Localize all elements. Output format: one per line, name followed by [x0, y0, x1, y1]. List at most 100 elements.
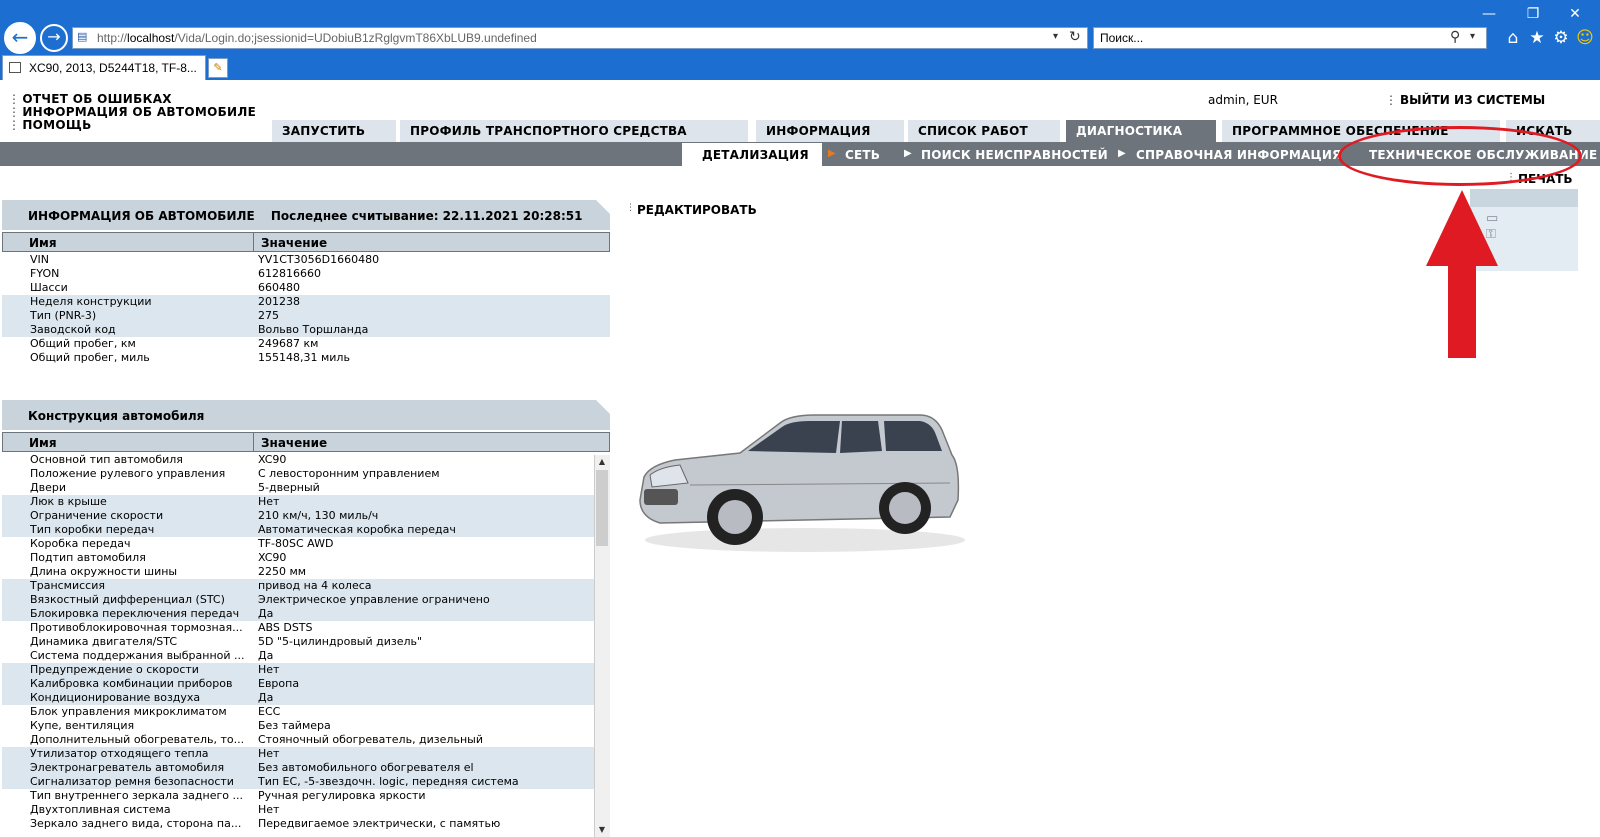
row-name: Общий пробег, миль: [30, 351, 150, 364]
table-row: Коробка передач TF-80SC AWD: [2, 537, 594, 551]
col-name-header: Имя: [29, 436, 57, 450]
row-value: ABS DSTS: [258, 621, 313, 634]
search-dropdown-icon[interactable]: ▾: [1470, 31, 1475, 42]
row-value: 5D "5-цилиндровый дизель": [258, 635, 423, 648]
table-row: Блок управления микроклиматом ECC: [2, 705, 594, 719]
row-value: 201238: [258, 295, 300, 308]
row-value: Нет: [258, 663, 280, 676]
row-name: Противоблокировочная тормозная...: [30, 621, 243, 634]
row-value: Передвигаемое электрически, с памятью: [258, 817, 501, 830]
row-name: Неделя конструкции: [30, 295, 152, 308]
construction-table-header: Имя Значение: [2, 432, 610, 452]
table-row: Тип внутреннего зеркала заднего ... Ручна…: [2, 789, 594, 803]
edit-link[interactable]: РЕДАКТИРОВАТЬ: [637, 203, 757, 217]
address-bar[interactable]: ▤ http://localhost/Vida/Login.do;jsessio…: [72, 27, 1088, 49]
table-row: Тип (PNR-3) 275: [2, 309, 610, 323]
tab-vehicle-profile[interactable]: ПРОФИЛЬ ТРАНСПОРТНОГО СРЕДСТВА: [400, 120, 748, 142]
row-name: FYON: [30, 267, 60, 280]
row-value: Нет: [258, 747, 280, 760]
row-value: Электрическое управление ограничено: [258, 593, 490, 606]
table-row: Купе, вентиляция Без таймера: [2, 719, 594, 733]
construction-header: Конструкция автомобиля: [2, 400, 610, 430]
browser-tab[interactable]: XC90, 2013, D5244T18, TF-8...: [2, 55, 206, 80]
logout-link[interactable]: ВЫЙТИ ИЗ СИСТЕМЫ: [1385, 93, 1545, 107]
row-name: Шасси: [30, 281, 68, 294]
row-name: Предупреждение о скорости: [30, 663, 199, 676]
table-row: Люк в крыше Нет: [2, 495, 594, 509]
favorites-star-icon[interactable]: ★: [1526, 28, 1548, 48]
vehicle-info-link[interactable]: ИНФОРМАЦИЯ ОБ АВТОМОБИЛЕ: [8, 105, 256, 119]
browser-tabstrip: XC90, 2013, D5244T18, TF-8... ✎: [0, 55, 1600, 80]
forward-icon[interactable]: →: [40, 24, 68, 52]
table-row: Утилизатор отходящего тепла Нет: [2, 747, 594, 761]
back-icon[interactable]: ←: [4, 22, 36, 54]
arrow-right-icon: ▶: [1118, 148, 1126, 159]
dropdown-icon[interactable]: ▾: [1053, 31, 1058, 42]
table-row: Вязкостный дифференциал (STC) Электрическ…: [2, 593, 594, 607]
table-row: Двери 5-дверный: [2, 481, 594, 495]
arrow-right-icon: ▶: [904, 148, 912, 159]
table-row: Дополнительный обогреватель, то... Стояно…: [2, 733, 594, 747]
highlight-ellipse: [1338, 126, 1582, 186]
tab-start[interactable]: ЗАПУСТИТЬ: [272, 120, 396, 142]
minimize-icon[interactable]: —: [1474, 4, 1504, 24]
search-placeholder: Поиск...: [1100, 31, 1144, 45]
subtab-details[interactable]: ДЕТАЛИЗАЦИЯ: [682, 143, 822, 166]
row-name: Двухтопливная система: [30, 803, 171, 816]
error-report-link[interactable]: ОТЧЕТ ОБ ОШИБКАХ: [8, 92, 172, 106]
tab-diagnostics[interactable]: ДИАГНОСТИКА: [1066, 120, 1216, 142]
row-value: Тип EC, -5-звездочн. logic, передняя сис…: [258, 775, 519, 788]
construction-title: Конструкция автомобиля: [28, 409, 205, 423]
home-icon[interactable]: ⌂: [1502, 28, 1524, 48]
tab-information[interactable]: ИНФОРМАЦИЯ: [756, 120, 904, 142]
refresh-icon[interactable]: ↻: [1069, 29, 1081, 45]
table-row: Трансмиссия привод на 4 колеса: [2, 579, 594, 593]
row-name: Электронагреватель автомобиля: [30, 761, 225, 774]
vehicle-image: [639, 414, 965, 552]
row-value: 5-дверный: [258, 481, 320, 494]
table-row: Подтип автомобиля XC90: [2, 551, 594, 565]
search-input[interactable]: Поиск... ⚲ ▾: [1093, 27, 1487, 49]
subtab-network[interactable]: СЕТЬ: [845, 148, 880, 162]
row-value: С левосторонним управлением: [258, 467, 440, 480]
table-row: Шасси 660480: [2, 281, 610, 295]
smiley-icon[interactable]: ☺: [1574, 28, 1596, 48]
settings-gear-icon[interactable]: ⚙: [1550, 28, 1572, 48]
red-arrow-icon: [1426, 190, 1498, 358]
subtab-troubleshooting[interactable]: ПОИСК НЕИСПРАВНОСТЕЙ: [921, 148, 1108, 162]
table-row: Общий пробег, км 249687 км: [2, 337, 610, 351]
scrollbar-thumb[interactable]: [596, 470, 608, 546]
help-link[interactable]: ПОМОЩЬ: [8, 118, 92, 132]
row-name: Вязкостный дифференциал (STC): [30, 593, 225, 606]
new-tab-icon[interactable]: ✎: [208, 58, 228, 78]
row-value: 249687 км: [258, 337, 319, 350]
close-icon[interactable]: ✕: [1560, 4, 1590, 24]
row-name: Купе, вентиляция: [30, 719, 135, 732]
vehicle-info-header: ИНФОРМАЦИЯ ОБ АВТОМОБИЛЕ Последнее считы…: [2, 200, 610, 230]
table-row: Основной тип автомобиля XC90: [2, 453, 594, 467]
vehicle-info-title: ИНФОРМАЦИЯ ОБ АВТОМОБИЛЕ: [28, 209, 255, 223]
row-name: Положение рулевого управления: [30, 467, 226, 480]
row-value: привод на 4 колеса: [258, 579, 372, 592]
row-value: XC90: [258, 453, 287, 466]
row-name: Блокировка переключения передач: [30, 607, 240, 620]
row-name: Трансмиссия: [30, 579, 105, 592]
row-value: 2250 мм: [258, 565, 307, 578]
restore-icon[interactable]: ❐: [1518, 4, 1548, 24]
table-row: Положение рулевого управления С левосторо…: [2, 467, 594, 481]
row-value: Да: [258, 607, 274, 620]
scroll-up-icon[interactable]: ▲: [594, 455, 610, 469]
col-value-header: Значение: [261, 236, 328, 250]
table-row: Зеркало заднего вида, сторона па... Перед…: [2, 817, 594, 831]
row-value: Нет: [258, 495, 280, 508]
search-icon[interactable]: ⚲: [1450, 29, 1460, 45]
row-value: 155148,31 миль: [258, 351, 350, 364]
table-row: Ограничение скорости 210 км/ч, 130 миль/ч: [2, 509, 594, 523]
row-value: Стояночный обогреватель, дизельный: [258, 733, 483, 746]
tab-work-list[interactable]: СПИСОК РАБОТ: [908, 120, 1060, 142]
table-row: Общий пробег, миль 155148,31 миль: [2, 351, 610, 365]
subtab-reference-info[interactable]: СПРАВОЧНАЯ ИНФОРМАЦИЯ: [1136, 148, 1342, 162]
vehicle-info-table: VIN YV1CT3056D1660480 FYON 612816660 Шасси 66…: [2, 253, 610, 365]
scroll-down-icon[interactable]: ▼: [594, 823, 610, 837]
row-name: Длина окружности шины: [30, 565, 178, 578]
